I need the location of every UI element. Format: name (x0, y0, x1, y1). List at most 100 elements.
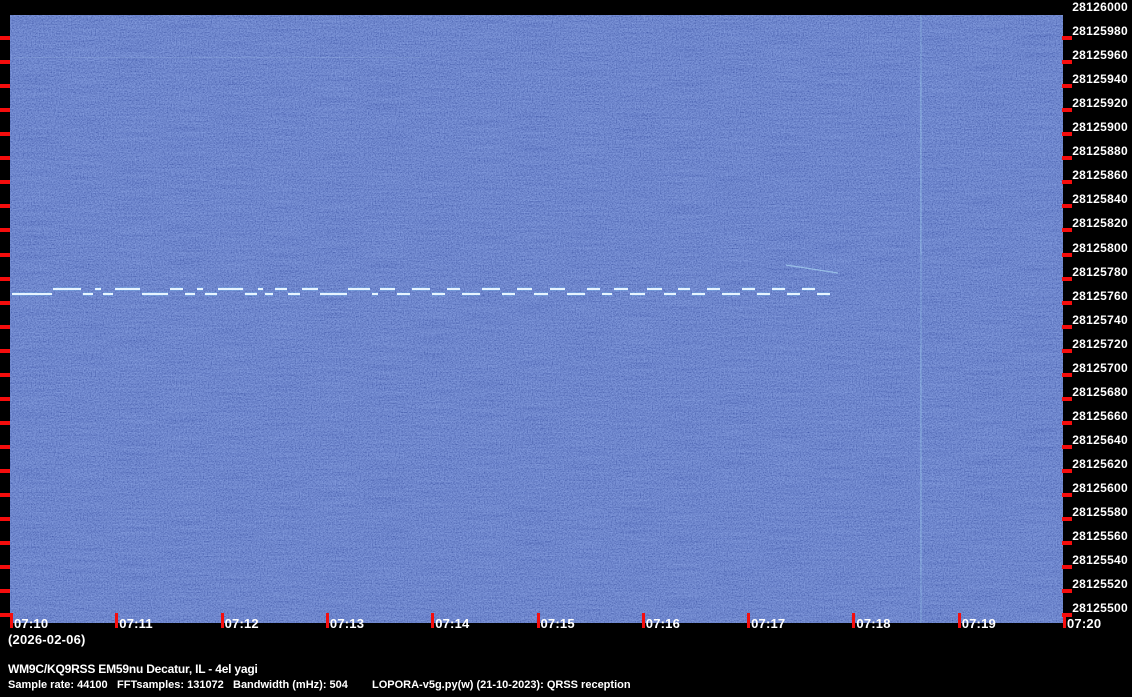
signal-dash (185, 293, 195, 295)
freq-tick-mark-right (1062, 396, 1072, 401)
freq-tick-label: 28125840 (1072, 192, 1128, 207)
freq-tick-mark-right (1062, 276, 1072, 281)
time-tick-mark (115, 613, 119, 628)
freq-tick-label: 28125940 (1072, 72, 1128, 87)
freq-tick-label: 28125960 (1072, 48, 1128, 63)
time-tick-label: 07:11 (119, 616, 153, 631)
signal-dash (380, 288, 395, 290)
signal-dash (115, 288, 140, 290)
freq-tick-mark-right (1062, 372, 1072, 377)
freq-tick-mark-right (1062, 228, 1072, 233)
signal-dash (372, 293, 378, 295)
signal-dash (302, 288, 318, 290)
signal-dash (772, 288, 785, 290)
time-tick-label: 07:15 (540, 616, 575, 631)
freq-tick-mark-left (0, 372, 10, 377)
time-tick-label: 07:19 (961, 616, 996, 631)
freq-tick-mark-right (1062, 36, 1072, 41)
freq-tick-mark-right (1062, 132, 1072, 137)
freq-tick-mark-left (0, 300, 10, 305)
freq-tick-mark-left (0, 228, 10, 233)
time-tick-label: 07:18 (856, 616, 891, 631)
signal-dash (142, 293, 168, 295)
signal-dash (602, 293, 612, 295)
time-tick-mark (431, 613, 435, 628)
time-tick-mark (957, 613, 961, 628)
freq-tick-label: 28126000 (1072, 0, 1128, 14)
time-tick-mark (220, 613, 224, 628)
freq-tick-label: 28125540 (1072, 553, 1128, 568)
freq-tick-label: 28125680 (1072, 384, 1128, 399)
sample-rate-label: Sample rate: 44100 (8, 679, 108, 691)
freq-tick-mark-left (0, 541, 10, 546)
signal-dash (12, 293, 52, 295)
time-tick-mark (10, 613, 13, 628)
freq-tick-mark-left (0, 565, 10, 570)
signal-dash (348, 288, 370, 290)
freq-tick-label: 28125560 (1072, 529, 1128, 544)
time-tick-label: 07:16 (645, 616, 681, 631)
freq-tick-label: 28125900 (1072, 120, 1128, 135)
signal-dash (432, 293, 445, 295)
freq-tick-mark-left (0, 444, 10, 449)
freq-tick-mark-left (0, 589, 10, 594)
time-tick-label: 07:12 (224, 616, 259, 631)
freq-tick-mark-left (0, 60, 10, 65)
freq-tick-mark-right (1062, 84, 1072, 89)
freq-tick-mark-right (1062, 324, 1072, 329)
signal-dash (692, 293, 705, 295)
freq-tick-mark-right (1062, 108, 1072, 113)
freq-tick-mark-right (1062, 468, 1072, 473)
bandwidth-label: Bandwidth (mHz): 504 (233, 679, 348, 691)
freq-tick-mark-left (0, 517, 10, 522)
freq-tick-mark-right (1062, 420, 1072, 425)
interference-streak-bright (920, 345, 922, 575)
time-tick-label: 07:20 (1067, 616, 1102, 631)
signal-dash (95, 288, 101, 290)
noise-banding-layer (10, 15, 1063, 623)
time-tick-label: 07:17 (751, 616, 786, 631)
signal-dash (275, 288, 287, 290)
freq-tick-mark-left (0, 204, 10, 209)
freq-tick-mark-right (1062, 565, 1072, 570)
signal-dash (218, 288, 243, 290)
time-tick-label: 07:13 (329, 616, 365, 631)
freq-tick-mark-left (0, 493, 10, 497)
signal-dash (258, 288, 263, 290)
freq-tick-mark-left (0, 396, 10, 401)
interference-streak-bright (920, 75, 922, 255)
time-tick-mark (1063, 613, 1066, 628)
freq-tick-mark-left (0, 84, 10, 89)
signal-dash (502, 293, 515, 295)
freq-tick-mark-left (0, 132, 10, 137)
freq-tick-label: 28125600 (1072, 481, 1128, 495)
freq-tick-mark-right (1062, 300, 1072, 305)
freq-tick-mark-left (0, 252, 10, 257)
freq-tick-mark-left (0, 180, 10, 185)
freq-tick-mark-left (0, 348, 10, 353)
freq-tick-label: 28125700 (1072, 360, 1128, 375)
freq-tick-label: 28125660 (1072, 408, 1128, 423)
signal-dash (550, 288, 565, 290)
freq-tick-label: 28125920 (1072, 96, 1128, 111)
faint-horizontal-streak (14, 57, 420, 58)
time-tick-mark (325, 613, 329, 628)
freq-tick-mark-right (1062, 204, 1072, 209)
freq-tick-label: 28125780 (1072, 264, 1128, 279)
signal-dash (205, 293, 217, 295)
signal-dash (787, 293, 800, 295)
freq-tick-mark-right (1062, 60, 1072, 65)
time-tick-mark (852, 613, 856, 628)
freq-tick-label: 28125520 (1072, 577, 1128, 592)
freq-tick-mark-right (1062, 517, 1072, 522)
freq-tick-label: 28125760 (1072, 288, 1128, 303)
freq-tick-mark-right (1062, 589, 1072, 594)
signal-dash (103, 293, 113, 295)
signal-dash (757, 293, 770, 295)
signal-dash (587, 288, 600, 290)
freq-tick-mark-left (0, 156, 10, 161)
freq-tick-mark-left (0, 108, 10, 113)
freq-tick-mark-right (1062, 156, 1072, 161)
signal-dash (320, 293, 347, 295)
freq-tick-label: 28125800 (1072, 240, 1128, 255)
